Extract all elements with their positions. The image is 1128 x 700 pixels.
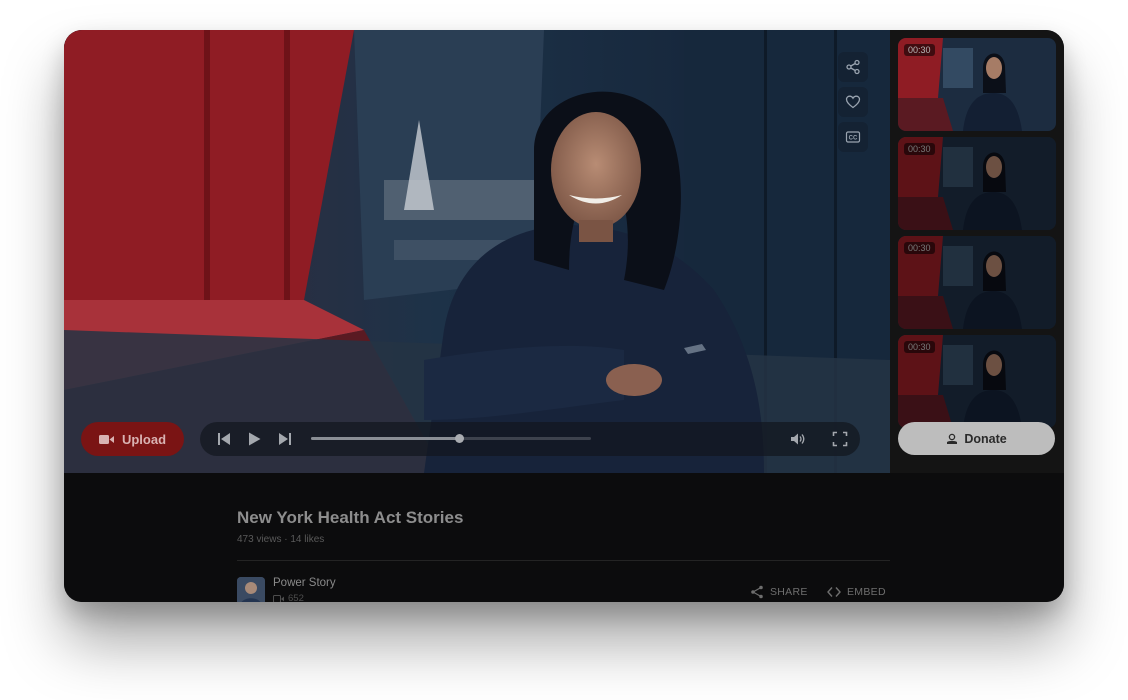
duration-badge: 00:30 (904, 44, 935, 56)
avatar-image (237, 577, 265, 602)
video-camera-icon (98, 434, 114, 444)
volume-icon (791, 433, 805, 445)
heart-icon (845, 95, 861, 109)
playlist-sidebar: 00:30 00:30 00:30 00:30 Donate (890, 30, 1064, 473)
thumbnail-image (898, 236, 1056, 329)
like-button[interactable] (838, 87, 868, 117)
embed-button[interactable]: EMBED (827, 585, 886, 599)
share-button-label: SHARE (770, 586, 808, 598)
fullscreen-icon (832, 431, 848, 447)
embed-button-label: EMBED (847, 586, 886, 598)
video-still-image (64, 30, 890, 473)
duration-badge: 00:30 (904, 143, 935, 155)
share-video-button[interactable] (838, 52, 868, 82)
cc-icon: CC (845, 131, 861, 143)
skip-previous-icon (218, 433, 230, 445)
play-button[interactable] (246, 431, 262, 452)
video-action-icons: CC (838, 52, 868, 152)
playlist-item[interactable]: 00:30 (898, 335, 1056, 428)
channel-video-count-value: 652 (288, 593, 304, 602)
donate-hand-icon (947, 433, 958, 444)
thumbnail-image (898, 137, 1056, 230)
upload-button[interactable]: Upload (81, 422, 184, 456)
video-camera-icon (273, 594, 284, 602)
video-title: New York Health Act Stories (237, 508, 464, 527)
video-info-panel: New York Health Act Stories 473 views · … (64, 473, 1064, 602)
playlist-item[interactable]: 00:30 (898, 236, 1056, 329)
playlist-item[interactable]: 00:30 (898, 137, 1056, 230)
progress-handle[interactable] (454, 434, 464, 443)
share-icon (751, 585, 763, 599)
progress-bar[interactable] (311, 434, 591, 443)
divider (237, 560, 890, 561)
channel-name[interactable]: Power Story (273, 577, 336, 589)
thumbnail-image (898, 335, 1056, 428)
video-stats: 473 views · 14 likes (237, 534, 325, 545)
captions-button[interactable]: CC (838, 122, 868, 152)
video-frame[interactable]: CC Upload (64, 30, 890, 473)
donate-button[interactable]: Donate (898, 422, 1055, 455)
share-icon (846, 59, 860, 75)
video-player-window: CC Upload 00:30 00:30 00:30 00:30 Donate… (64, 30, 1064, 602)
volume-button[interactable] (790, 431, 806, 452)
donate-button-label: Donate (964, 431, 1007, 446)
duration-badge: 00:30 (904, 242, 935, 254)
progress-fill (311, 437, 460, 440)
next-button[interactable] (277, 431, 293, 452)
duration-badge: 00:30 (904, 341, 935, 353)
play-icon (249, 432, 261, 446)
cc-icon-label: CC (849, 136, 858, 142)
channel-avatar[interactable] (237, 577, 265, 602)
code-icon (827, 587, 841, 597)
upload-button-label: Upload (121, 431, 167, 447)
fullscreen-button[interactable] (832, 431, 848, 452)
share-button[interactable]: SHARE (750, 585, 808, 599)
playback-controls (200, 422, 860, 456)
channel-video-count: 652 (273, 593, 304, 602)
playlist-item[interactable]: 00:30 (898, 38, 1056, 131)
previous-button[interactable] (216, 431, 232, 452)
skip-next-icon (279, 433, 291, 445)
